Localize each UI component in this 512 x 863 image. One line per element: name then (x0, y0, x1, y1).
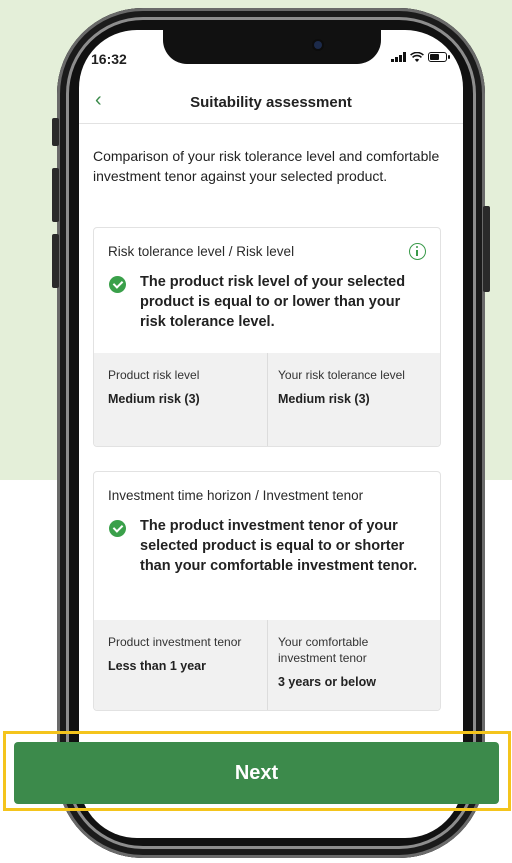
user-risk-column: Your risk tolerance level Medium risk (3… (267, 353, 440, 446)
user-risk-value: Medium risk (3) (278, 392, 370, 406)
user-risk-label: Your risk tolerance level (278, 368, 405, 382)
check-circle-icon (109, 276, 126, 293)
phone-screen: 16:32 ‹ Suitability assessment Compariso… (79, 30, 463, 838)
header-divider (79, 123, 463, 124)
phone-volume-down (52, 234, 59, 288)
intro-text: Comparison of your risk tolerance level … (93, 148, 440, 184)
product-risk-label: Product risk level (108, 368, 200, 382)
check-circle-icon (109, 520, 126, 537)
camera-icon (314, 41, 322, 49)
battery-icon (428, 52, 450, 62)
status-time: 16:32 (91, 51, 127, 67)
info-icon[interactable] (409, 243, 426, 260)
tenor-card-heading: Investment time horizon / Investment ten… (108, 488, 364, 503)
risk-statement: The product risk level of your selected … (140, 274, 406, 330)
risk-card-heading: Risk tolerance level / Risk level (108, 244, 295, 259)
product-tenor-value: Less than 1 year (108, 659, 206, 673)
tenor-card: Investment time horizon / Investment ten… (93, 471, 441, 711)
notch (163, 30, 381, 64)
product-tenor-label: Product investment tenor (108, 635, 242, 649)
phone-power-button (483, 206, 490, 292)
user-tenor-label: Your comfortable investment tenor (278, 635, 369, 665)
risk-details: Product risk level Medium risk (3) Your … (94, 353, 440, 446)
product-risk-column: Product risk level Medium risk (3) (94, 353, 267, 446)
tenor-statement: The product investment tenor of your sel… (140, 518, 418, 574)
wifi-icon (410, 52, 424, 62)
phone-mute-switch (52, 118, 59, 146)
risk-card: Risk tolerance level / Risk level The pr… (93, 227, 441, 447)
user-tenor-value: 3 years or below (278, 675, 376, 689)
product-tenor-column: Product investment tenor Less than 1 yea… (94, 620, 267, 710)
signal-icon (391, 52, 406, 62)
tenor-details: Product investment tenor Less than 1 yea… (94, 620, 440, 710)
product-risk-value: Medium risk (3) (108, 392, 200, 406)
page-title: Suitability assessment (190, 94, 352, 111)
next-button[interactable]: Next (14, 742, 499, 804)
status-icons (391, 52, 450, 62)
phone-volume-up (52, 168, 59, 222)
user-tenor-column: Your comfortable investment tenor 3 year… (267, 620, 440, 710)
